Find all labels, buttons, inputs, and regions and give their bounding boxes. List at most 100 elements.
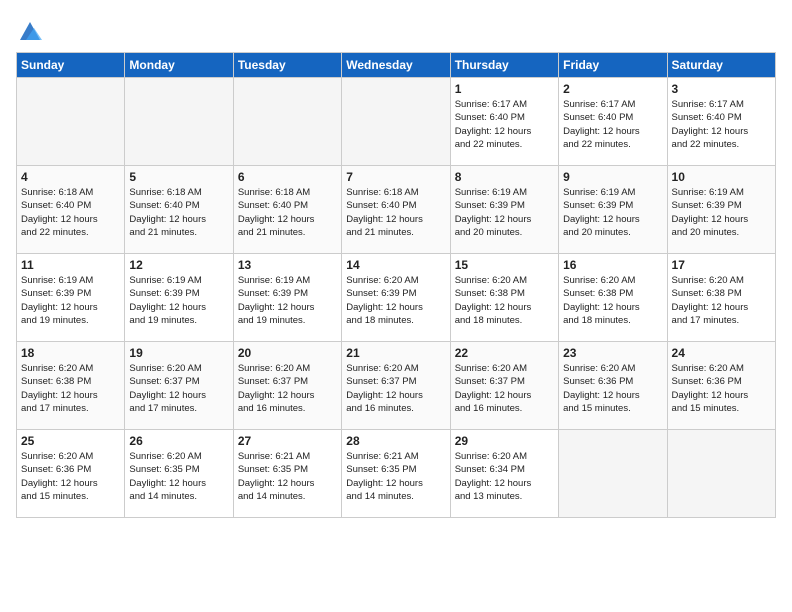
day-info: Sunrise: 6:20 AM Sunset: 6:37 PM Dayligh… (238, 362, 337, 415)
calendar-cell: 22Sunrise: 6:20 AM Sunset: 6:37 PM Dayli… (450, 342, 558, 430)
calendar-cell: 27 Sunrise: 6:21 AM Sunset: 6:35 PM Dayli… (233, 430, 341, 518)
col-header-sunday: Sunday (17, 53, 125, 78)
calendar-cell: 14 Sunrise: 6:20 AM Sunset: 6:39 PM Dayli… (342, 254, 450, 342)
calendar-cell: 28Sunrise: 6:21 AM Sunset: 6:35 PM Dayli… (342, 430, 450, 518)
calendar-cell: 15 Sunrise: 6:20 AM Sunset: 6:38 PM Dayli… (450, 254, 558, 342)
calendar-cell: 9 Sunrise: 6:19 AM Sunset: 6:39 PM Daylig… (559, 166, 667, 254)
calendar-cell: 23 Sunrise: 6:20 AM Sunset: 6:36 PM Dayli… (559, 342, 667, 430)
calendar-cell: 25 Sunrise: 6:20 AM Sunset: 6:36 PM Dayli… (17, 430, 125, 518)
day-info: Sunrise: 6:20 AM Sunset: 6:38 PM Dayligh… (672, 274, 771, 327)
day-info: Sunrise: 6:19 AM Sunset: 6:39 PM Dayligh… (563, 186, 662, 239)
day-number: 2 (563, 82, 662, 96)
day-number: 15 (455, 258, 554, 272)
day-info: Sunrise: 6:21 AM Sunset: 6:35 PM Dayligh… (238, 450, 337, 503)
page-header (16, 16, 776, 44)
day-number: 8 (455, 170, 554, 184)
day-number: 23 (563, 346, 662, 360)
calendar-cell: 6 Sunrise: 6:18 AM Sunset: 6:40 PM Daylig… (233, 166, 341, 254)
logo-icon (16, 16, 44, 44)
day-number: 26 (129, 434, 228, 448)
day-info: Sunrise: 6:20 AM Sunset: 6:37 PM Dayligh… (129, 362, 228, 415)
calendar-cell: 11 Sunrise: 6:19 AM Sunset: 6:39 PM Dayli… (17, 254, 125, 342)
calendar-week-3: 11 Sunrise: 6:19 AM Sunset: 6:39 PM Dayli… (17, 254, 776, 342)
calendar-cell: 10 Sunrise: 6:19 AM Sunset: 6:39 PM Dayli… (667, 166, 775, 254)
calendar-cell: 8 Sunrise: 6:19 AM Sunset: 6:39 PM Daylig… (450, 166, 558, 254)
calendar-week-2: 4 Sunrise: 6:18 AM Sunset: 6:40 PM Daylig… (17, 166, 776, 254)
calendar-cell: 5 Sunrise: 6:18 AM Sunset: 6:40 PM Daylig… (125, 166, 233, 254)
day-number: 29 (455, 434, 554, 448)
day-number: 11 (21, 258, 120, 272)
calendar-cell (342, 78, 450, 166)
calendar-cell: 24 Sunrise: 6:20 AM Sunset: 6:36 PM Dayli… (667, 342, 775, 430)
col-header-friday: Friday (559, 53, 667, 78)
day-number: 16 (563, 258, 662, 272)
day-number: 24 (672, 346, 771, 360)
calendar-week-5: 25 Sunrise: 6:20 AM Sunset: 6:36 PM Dayli… (17, 430, 776, 518)
calendar-cell: 12 Sunrise: 6:19 AM Sunset: 6:39 PM Dayli… (125, 254, 233, 342)
day-info: Sunrise: 6:19 AM Sunset: 6:39 PM Dayligh… (672, 186, 771, 239)
col-header-thursday: Thursday (450, 53, 558, 78)
day-info: Sunrise: 6:20 AM Sunset: 6:35 PM Dayligh… (129, 450, 228, 503)
day-info: Sunrise: 6:19 AM Sunset: 6:39 PM Dayligh… (21, 274, 120, 327)
day-number: 7 (346, 170, 445, 184)
day-info: Sunrise: 6:17 AM Sunset: 6:40 PM Dayligh… (455, 98, 554, 151)
day-info: Sunrise: 6:19 AM Sunset: 6:39 PM Dayligh… (129, 274, 228, 327)
day-info: Sunrise: 6:20 AM Sunset: 6:37 PM Dayligh… (455, 362, 554, 415)
day-info: Sunrise: 6:17 AM Sunset: 6:40 PM Dayligh… (563, 98, 662, 151)
day-info: Sunrise: 6:17 AM Sunset: 6:40 PM Dayligh… (672, 98, 771, 151)
calendar-week-4: 18 Sunrise: 6:20 AM Sunset: 6:38 PM Dayli… (17, 342, 776, 430)
day-info: Sunrise: 6:19 AM Sunset: 6:39 PM Dayligh… (238, 274, 337, 327)
day-number: 1 (455, 82, 554, 96)
day-info: Sunrise: 6:18 AM Sunset: 6:40 PM Dayligh… (238, 186, 337, 239)
calendar-cell: 29 Sunrise: 6:20 AM Sunset: 6:34 PM Dayli… (450, 430, 558, 518)
day-info: Sunrise: 6:20 AM Sunset: 6:38 PM Dayligh… (21, 362, 120, 415)
calendar-cell: 7 Sunrise: 6:18 AM Sunset: 6:40 PM Daylig… (342, 166, 450, 254)
day-info: Sunrise: 6:20 AM Sunset: 6:38 PM Dayligh… (563, 274, 662, 327)
day-number: 19 (129, 346, 228, 360)
day-number: 6 (238, 170, 337, 184)
calendar-cell: 13 Sunrise: 6:19 AM Sunset: 6:39 PM Dayli… (233, 254, 341, 342)
calendar-cell: 2 Sunrise: 6:17 AM Sunset: 6:40 PM Daylig… (559, 78, 667, 166)
day-number: 9 (563, 170, 662, 184)
calendar-cell: 26 Sunrise: 6:20 AM Sunset: 6:35 PM Dayli… (125, 430, 233, 518)
day-number: 10 (672, 170, 771, 184)
calendar-cell: 4Sunrise: 6:18 AM Sunset: 6:40 PM Daylig… (17, 166, 125, 254)
day-info: Sunrise: 6:20 AM Sunset: 6:36 PM Dayligh… (672, 362, 771, 415)
calendar-cell (17, 78, 125, 166)
calendar-week-1: 1 Sunrise: 6:17 AM Sunset: 6:40 PM Daylig… (17, 78, 776, 166)
day-info: Sunrise: 6:21 AM Sunset: 6:35 PM Dayligh… (346, 450, 445, 503)
day-info: Sunrise: 6:20 AM Sunset: 6:38 PM Dayligh… (455, 274, 554, 327)
day-number: 13 (238, 258, 337, 272)
col-header-monday: Monday (125, 53, 233, 78)
day-number: 27 (238, 434, 337, 448)
day-number: 17 (672, 258, 771, 272)
col-header-saturday: Saturday (667, 53, 775, 78)
calendar-table: SundayMondayTuesdayWednesdayThursdayFrid… (16, 52, 776, 518)
day-number: 4 (21, 170, 120, 184)
day-info: Sunrise: 6:18 AM Sunset: 6:40 PM Dayligh… (129, 186, 228, 239)
calendar-cell: 18 Sunrise: 6:20 AM Sunset: 6:38 PM Dayli… (17, 342, 125, 430)
day-info: Sunrise: 6:20 AM Sunset: 6:39 PM Dayligh… (346, 274, 445, 327)
calendar-cell: 1 Sunrise: 6:17 AM Sunset: 6:40 PM Daylig… (450, 78, 558, 166)
day-info: Sunrise: 6:18 AM Sunset: 6:40 PM Dayligh… (346, 186, 445, 239)
calendar-cell: 21Sunrise: 6:20 AM Sunset: 6:37 PM Dayli… (342, 342, 450, 430)
logo (16, 16, 48, 44)
calendar-cell (667, 430, 775, 518)
day-number: 14 (346, 258, 445, 272)
calendar-cell: 19 Sunrise: 6:20 AM Sunset: 6:37 PM Dayli… (125, 342, 233, 430)
calendar-cell (125, 78, 233, 166)
day-number: 18 (21, 346, 120, 360)
calendar-cell (559, 430, 667, 518)
day-info: Sunrise: 6:20 AM Sunset: 6:36 PM Dayligh… (563, 362, 662, 415)
day-number: 20 (238, 346, 337, 360)
col-header-wednesday: Wednesday (342, 53, 450, 78)
day-number: 5 (129, 170, 228, 184)
day-info: Sunrise: 6:19 AM Sunset: 6:39 PM Dayligh… (455, 186, 554, 239)
col-header-tuesday: Tuesday (233, 53, 341, 78)
day-number: 12 (129, 258, 228, 272)
calendar-cell: 3Sunrise: 6:17 AM Sunset: 6:40 PM Daylig… (667, 78, 775, 166)
calendar-header-row: SundayMondayTuesdayWednesdayThursdayFrid… (17, 53, 776, 78)
day-number: 25 (21, 434, 120, 448)
day-info: Sunrise: 6:20 AM Sunset: 6:34 PM Dayligh… (455, 450, 554, 503)
day-info: Sunrise: 6:20 AM Sunset: 6:36 PM Dayligh… (21, 450, 120, 503)
